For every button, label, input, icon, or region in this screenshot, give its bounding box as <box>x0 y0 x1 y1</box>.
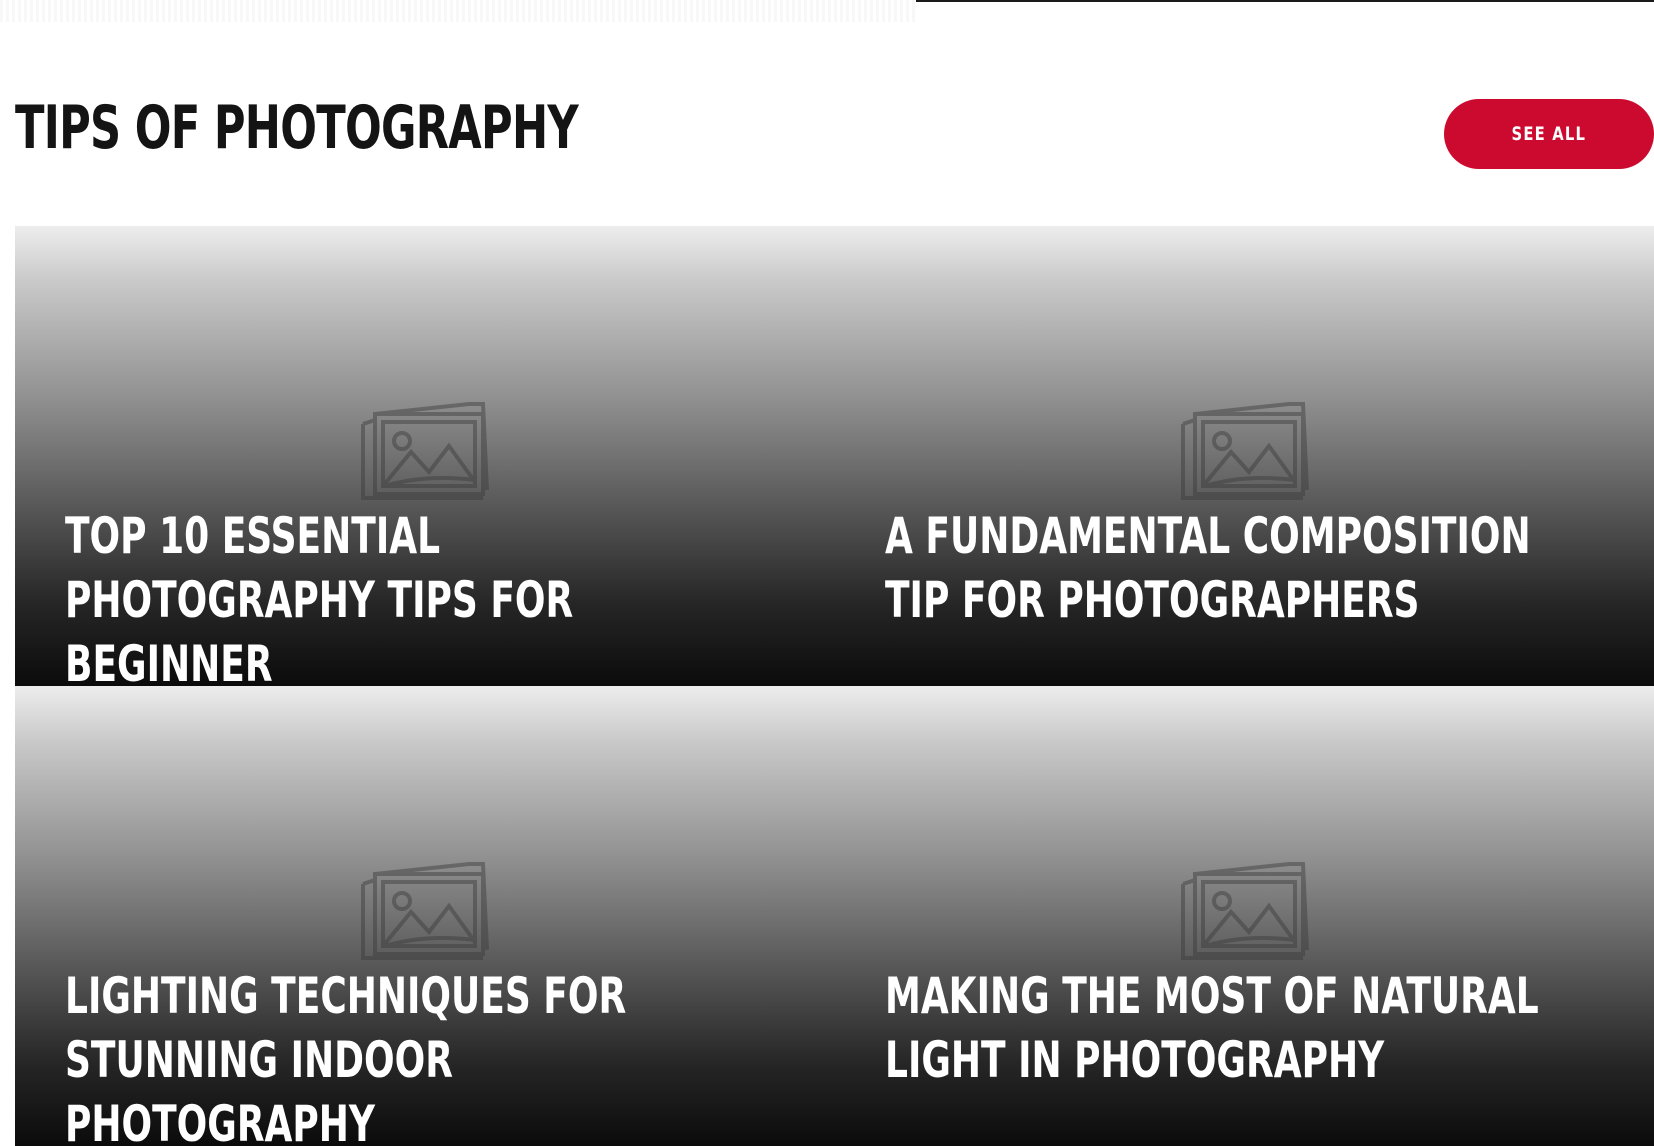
top-divider <box>916 0 1654 2</box>
image-placeholder-icon <box>1181 402 1309 500</box>
article-title: TOP 10 ESSENTIAL PHOTOGRAPHY TIPS FOR BE… <box>65 507 574 686</box>
top-decorative-strip <box>0 0 916 22</box>
article-card[interactable]: A FUNDAMENTAL COMPOSITION TIP FOR PHOTOG… <box>835 226 1654 686</box>
cards-grid: TOP 10 ESSENTIAL PHOTOGRAPHY TIPS FOR BE… <box>15 226 1654 1146</box>
article-title: MAKING THE MOST OF NATURAL LIGHT IN PHOT… <box>885 967 1539 1089</box>
article-card[interactable]: TOP 10 ESSENTIAL PHOTOGRAPHY TIPS FOR BE… <box>15 226 835 686</box>
article-title: LIGHTING TECHNIQUES FOR STUNNING INDOOR … <box>65 967 627 1146</box>
article-title: A FUNDAMENTAL COMPOSITION TIP FOR PHOTOG… <box>885 507 1531 629</box>
image-placeholder-icon <box>361 862 489 960</box>
article-card[interactable]: LIGHTING TECHNIQUES FOR STUNNING INDOOR … <box>15 686 835 1146</box>
see-all-button[interactable]: SEE ALL <box>1444 99 1654 169</box>
image-placeholder-icon <box>361 402 489 500</box>
image-placeholder-icon <box>1181 862 1309 960</box>
article-card[interactable]: MAKING THE MOST OF NATURAL LIGHT IN PHOT… <box>835 686 1654 1146</box>
section-title: TIPS OF PHOTOGRAPHY <box>15 93 579 163</box>
see-all-label: SEE ALL <box>1511 123 1587 145</box>
